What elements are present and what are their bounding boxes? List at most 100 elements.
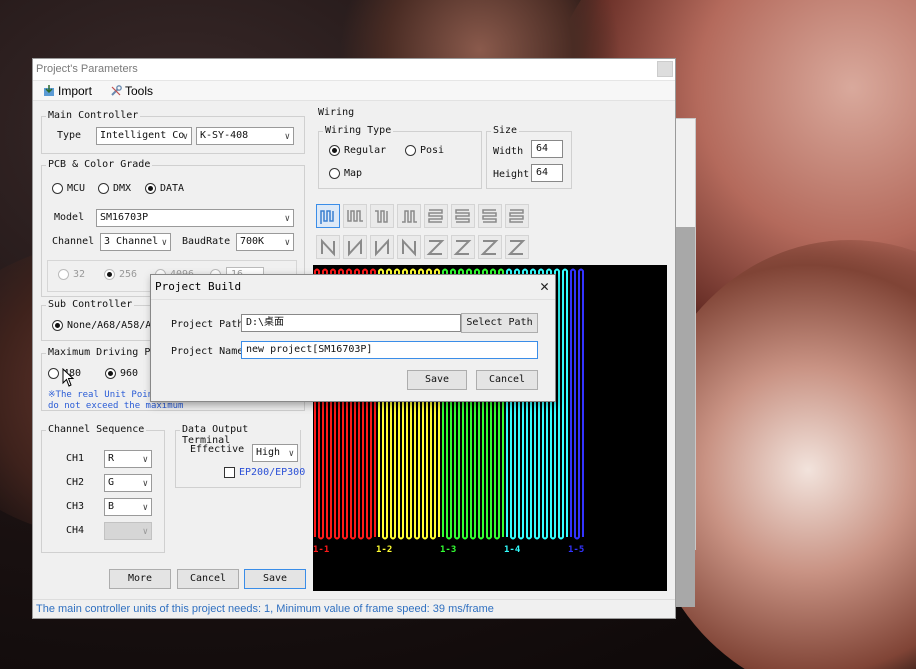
checkbox-box[interactable]: [224, 467, 235, 478]
ch4-label: CH4: [66, 525, 85, 536]
wiring-pattern-13-icon[interactable]: [424, 235, 448, 259]
import-button[interactable]: Import: [43, 84, 92, 98]
size-legend: Size: [491, 125, 520, 136]
project-build-dialog: Project Build ✕ Project Path D:\桌面 Selec…: [150, 274, 556, 402]
grade-32[interactable]: 32: [58, 269, 85, 280]
chip-model-select[interactable]: SM16703P ∨: [96, 209, 294, 227]
close-icon[interactable]: ✕: [540, 277, 549, 295]
radio-960[interactable]: 960: [105, 368, 138, 379]
wiring-type-group: Wiring Type Regular Posi Map: [318, 125, 482, 189]
width-label: Width: [493, 146, 524, 157]
radio-data-label: DATA: [160, 183, 185, 194]
project-name-input[interactable]: new project[SM16703P]: [241, 341, 538, 359]
ep-label: EP200/EP300: [239, 467, 306, 478]
status-bar: The main controller units of this projec…: [33, 599, 675, 618]
preview-label-3: 1-3: [440, 545, 457, 555]
more-button[interactable]: More: [109, 569, 171, 589]
height-input[interactable]: 64: [531, 164, 563, 182]
channel-value: 3 Channel: [104, 236, 159, 247]
ch2-label: CH2: [66, 477, 85, 488]
chevron-down-icon: ∨: [142, 503, 148, 513]
wiring-posi[interactable]: Posi: [405, 145, 444, 156]
wiring-pattern-15-icon[interactable]: [478, 235, 502, 259]
channel-select[interactable]: 3 Channel ∨: [100, 233, 171, 251]
pcb-legend: PCB & Color Grade: [46, 159, 153, 170]
radio-dmx[interactable]: DMX: [98, 183, 131, 194]
sub-controller-option[interactable]: None/A68/A58/A88: [52, 320, 163, 331]
controller-model-select[interactable]: K-SY-408 ∨: [196, 127, 294, 145]
tools-label: Tools: [125, 84, 154, 98]
select-path-button[interactable]: Select Path: [461, 313, 538, 333]
wiring-pattern-1-icon[interactable]: [316, 204, 340, 228]
wiring-pattern-6-icon[interactable]: [451, 204, 475, 228]
wiring-group: Wiring: [314, 107, 355, 118]
wiring-pattern-12-icon[interactable]: [397, 235, 421, 259]
wiring-pattern-4-icon[interactable]: [397, 204, 421, 228]
effective-select[interactable]: High ∨: [252, 444, 298, 462]
dialog-save-button[interactable]: Save: [407, 370, 467, 390]
chevron-down-icon: ∨: [142, 527, 148, 537]
radio-data[interactable]: DATA: [145, 183, 184, 194]
controller-model-value: K-SY-408: [200, 130, 249, 141]
type-label: Type: [57, 130, 82, 141]
main-controller-group: Main Controller Type Intelligent Co ∨ K-S…: [41, 110, 305, 154]
project-path-label: Project Path: [171, 319, 244, 330]
height-label: Height: [493, 169, 530, 180]
wiring-pattern-14-icon[interactable]: [451, 235, 475, 259]
tools-icon: [111, 85, 122, 96]
close-button[interactable]: [657, 61, 673, 77]
preview-label-1: 1-1: [313, 545, 330, 555]
wiring-pattern-5-icon[interactable]: [424, 204, 448, 228]
window-title: Project's Parameters: [36, 63, 138, 75]
controller-type-select[interactable]: Intelligent Co ∨: [96, 127, 192, 145]
chevron-down-icon: ∨: [142, 455, 148, 465]
wiring-map-label: Map: [344, 168, 363, 179]
ep-checkbox[interactable]: EP200/EP300: [224, 467, 305, 478]
wiring-regular[interactable]: Regular: [329, 145, 386, 156]
data-output-terminal-group: Data Output Terminal Effective High ∨ EP2…: [175, 424, 305, 488]
cancel-button[interactable]: Cancel: [177, 569, 239, 589]
grade-256[interactable]: 256: [104, 269, 137, 280]
grade-256-label: 256: [119, 269, 138, 280]
preview-label-4: 1-4: [504, 545, 521, 555]
status-text: The main controller units of this projec…: [36, 603, 494, 615]
wiring-pattern-9-icon[interactable]: [316, 235, 340, 259]
chevron-down-icon: ∨: [284, 214, 290, 224]
main-controller-legend: Main Controller: [46, 110, 141, 121]
ch3-select[interactable]: B ∨: [104, 498, 152, 516]
radio-mcu[interactable]: MCU: [52, 183, 85, 194]
wiring-pattern-2-icon[interactable]: [343, 204, 367, 228]
dialog-cancel-button[interactable]: Cancel: [476, 370, 538, 390]
mouse-cursor-icon: [62, 368, 75, 387]
width-input[interactable]: 64: [531, 140, 563, 158]
preview-label-5: 1-5: [568, 545, 585, 555]
wiring-pattern-8-icon[interactable]: [505, 204, 529, 228]
ch1-label: CH1: [66, 453, 85, 464]
ch2-select[interactable]: G ∨: [104, 474, 152, 492]
wiring-pattern-10-icon[interactable]: [343, 235, 367, 259]
dialog-title: Project Build: [155, 280, 242, 293]
ch4-select[interactable]: ∨: [104, 522, 152, 540]
project-path-input[interactable]: D:\桌面: [241, 314, 461, 332]
toolbar: Import Tools: [33, 81, 675, 101]
wiring-pattern-3-icon[interactable]: [370, 204, 394, 228]
wiring-pattern-7-icon[interactable]: [478, 204, 502, 228]
ch1-select[interactable]: R ∨: [104, 450, 152, 468]
save-button[interactable]: Save: [244, 569, 306, 589]
chevron-down-icon: ∨: [284, 238, 290, 248]
max-point-note-2: do not exceed the maximum: [48, 401, 184, 411]
wiring-pattern-16-icon[interactable]: [505, 235, 529, 259]
chevron-down-icon: ∨: [182, 132, 188, 142]
wiring-pattern-11-icon[interactable]: [370, 235, 394, 259]
title-bar: Project's Parameters: [33, 59, 675, 81]
import-label: Import: [58, 84, 93, 98]
baudrate-select[interactable]: 700K ∨: [236, 233, 294, 251]
chevron-down-icon: ∨: [161, 238, 167, 248]
dialog-divider: [151, 299, 555, 300]
channel-sequence-legend: Channel Sequence: [46, 424, 147, 435]
tools-button[interactable]: Tools: [110, 84, 153, 98]
wiring-map[interactable]: Map: [329, 168, 362, 179]
chevron-down-icon: ∨: [288, 449, 294, 459]
max-point-note-1: ※The real Unit Poin: [48, 390, 154, 400]
ch3-value: B: [108, 501, 115, 512]
